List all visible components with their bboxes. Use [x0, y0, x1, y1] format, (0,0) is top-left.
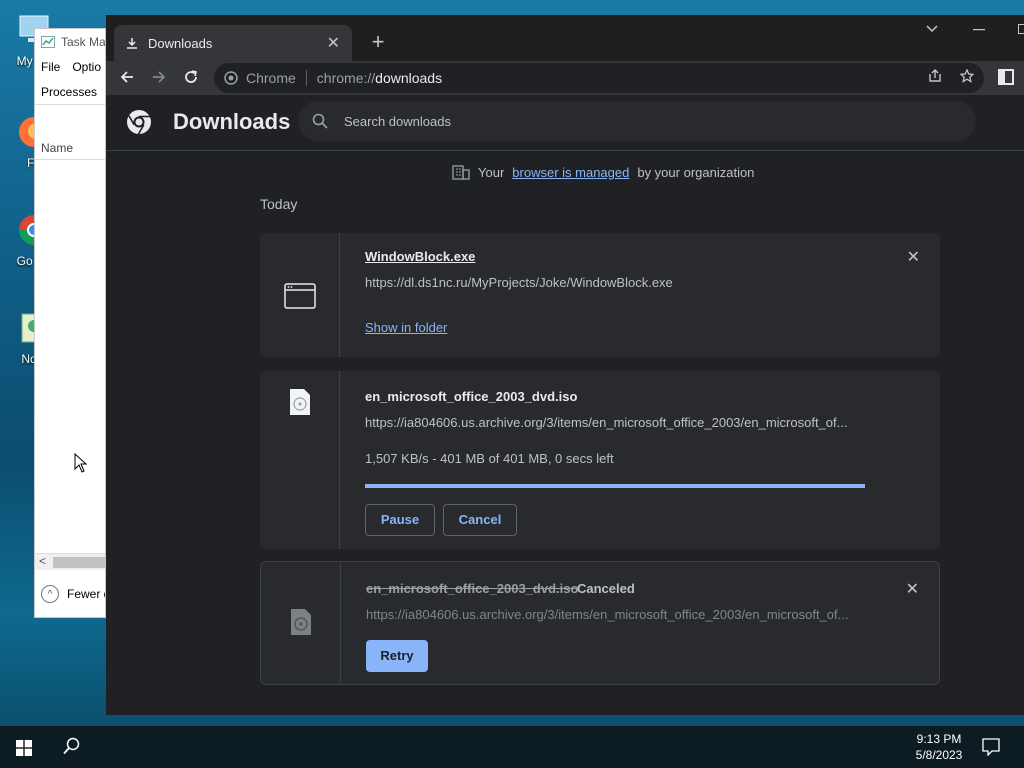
file-icon-column — [261, 562, 341, 684]
managed-notice: Your browser is managed by your organizati… — [452, 164, 754, 180]
notification-center-icon[interactable] — [982, 738, 1000, 756]
building-icon — [452, 165, 470, 180]
star-icon[interactable] — [960, 69, 974, 83]
scrollbar-thumb[interactable] — [53, 557, 105, 568]
tab-strip: Downloads ✕ + — [106, 15, 1024, 61]
windows-start-icon[interactable] — [16, 740, 32, 756]
download-filename: en_microsoft_office_2003_dvd.iso — [365, 389, 578, 404]
download-url[interactable]: https://ia804606.us.archive.org/3/items/… — [365, 415, 865, 430]
address-bar[interactable]: Chrome chrome://downloads — [214, 63, 984, 93]
download-filename: en_microsoft_office_2003_dvd.iso — [366, 581, 579, 596]
search-icon — [312, 113, 328, 129]
share-icon[interactable] — [928, 69, 942, 83]
divider — [35, 159, 105, 160]
download-icon — [127, 38, 137, 49]
reload-button[interactable] — [178, 65, 204, 91]
horizontal-scrollbar[interactable]: < — [35, 553, 105, 570]
managed-text-post: by your organization — [637, 164, 755, 180]
url-host: downloads — [375, 70, 443, 86]
file-icon-column — [260, 371, 340, 549]
search-icon[interactable] — [63, 737, 81, 755]
pause-button[interactable]: Pause — [365, 504, 435, 536]
download-item: en_microsoft_office_2003_dvd.iso Cancele… — [260, 561, 940, 685]
tab-downloads[interactable]: Downloads ✕ — [114, 25, 352, 61]
reload-icon — [185, 70, 197, 83]
download-progress-bar — [365, 484, 865, 488]
system-clock[interactable]: 9:13 PM 5/8/2023 — [900, 731, 978, 763]
chrome-logo-icon — [127, 110, 151, 135]
search-downloads-field[interactable] — [298, 101, 976, 141]
chevron-up-icon: ^ — [41, 585, 59, 603]
task-manager-menu: File Optio — [41, 60, 105, 74]
tab-title: Downloads — [148, 35, 213, 51]
taskbar: 9:13 PM 5/8/2023 — [0, 726, 1024, 768]
progress-fill — [365, 484, 865, 488]
forward-button[interactable] — [146, 65, 172, 91]
clock-time: 9:13 PM — [916, 732, 962, 746]
search-input[interactable] — [344, 113, 924, 129]
show-in-folder-link[interactable]: Show in folder — [365, 320, 447, 335]
download-status: 1,507 KB/s - 401 MB of 401 MB, 0 secs le… — [365, 451, 614, 466]
remove-download-button[interactable]: ✕ — [906, 579, 919, 599]
download-url[interactable]: https://dl.ds1nc.ru/MyProjects/Joke/Wind… — [365, 275, 865, 290]
menu-options[interactable]: Optio — [72, 60, 101, 74]
new-tab-button[interactable]: + — [364, 29, 392, 57]
download-state-label: Canceled — [577, 581, 635, 596]
task-manager-title: Task Ma — [41, 35, 105, 49]
divider — [305, 70, 307, 86]
downloads-header: Downloads — [106, 95, 1024, 151]
column-header-name[interactable]: Name — [41, 141, 73, 155]
back-button[interactable] — [114, 65, 140, 91]
site-chip: Chrome — [246, 70, 296, 86]
download-url[interactable]: https://ia804606.us.archive.org/3/items/… — [366, 607, 866, 622]
cancel-button[interactable]: Cancel — [443, 504, 517, 536]
omnibox-actions — [928, 69, 974, 83]
task-manager-window[interactable]: Task Ma File Optio Processes Name < ^ Few… — [34, 28, 106, 618]
managed-text-pre: Your — [478, 164, 505, 180]
minimize-icon[interactable] — [973, 29, 985, 31]
executable-file-icon — [284, 283, 316, 309]
download-item: WindowBlock.exe https://dl.ds1nc.ru/MyPr… — [260, 233, 940, 357]
file-icon-column — [260, 233, 340, 357]
tab-processes[interactable]: Processes — [35, 81, 105, 105]
arrow-left-icon — [120, 71, 133, 83]
side-panel-icon[interactable] — [998, 69, 1014, 85]
clock-date: 5/8/2023 — [915, 748, 963, 762]
task-manager-icon — [41, 36, 55, 48]
arrow-right-icon — [153, 71, 166, 83]
mouse-cursor-icon — [74, 453, 88, 473]
maximize-icon[interactable] — [1018, 24, 1024, 34]
date-header: Today — [260, 196, 298, 212]
remove-download-button[interactable]: ✕ — [907, 247, 920, 267]
download-filename-link[interactable]: WindowBlock.exe — [365, 249, 475, 264]
tab-search-chevron-icon[interactable] — [926, 25, 938, 33]
retry-button[interactable]: Retry — [366, 640, 428, 672]
page-title: Downloads — [173, 109, 291, 134]
fewer-details-button[interactable]: ^ Fewer d — [41, 585, 105, 603]
disc-image-file-icon — [291, 609, 311, 635]
disc-image-file-icon — [290, 389, 310, 415]
tab-close-button[interactable]: ✕ — [327, 33, 340, 53]
managed-link[interactable]: browser is managed — [512, 165, 629, 180]
download-item: en_microsoft_office_2003_dvd.iso https:/… — [260, 371, 940, 549]
toolbar: Chrome chrome://downloads — [106, 61, 1024, 95]
url-scheme: chrome:// — [316, 70, 376, 86]
scroll-left-arrow[interactable]: < — [39, 554, 46, 568]
chrome-logo-icon — [224, 71, 238, 85]
menu-file[interactable]: File — [41, 60, 60, 74]
chrome-window[interactable]: Downloads ✕ + Chrome chrome://downloads — [106, 15, 1024, 715]
